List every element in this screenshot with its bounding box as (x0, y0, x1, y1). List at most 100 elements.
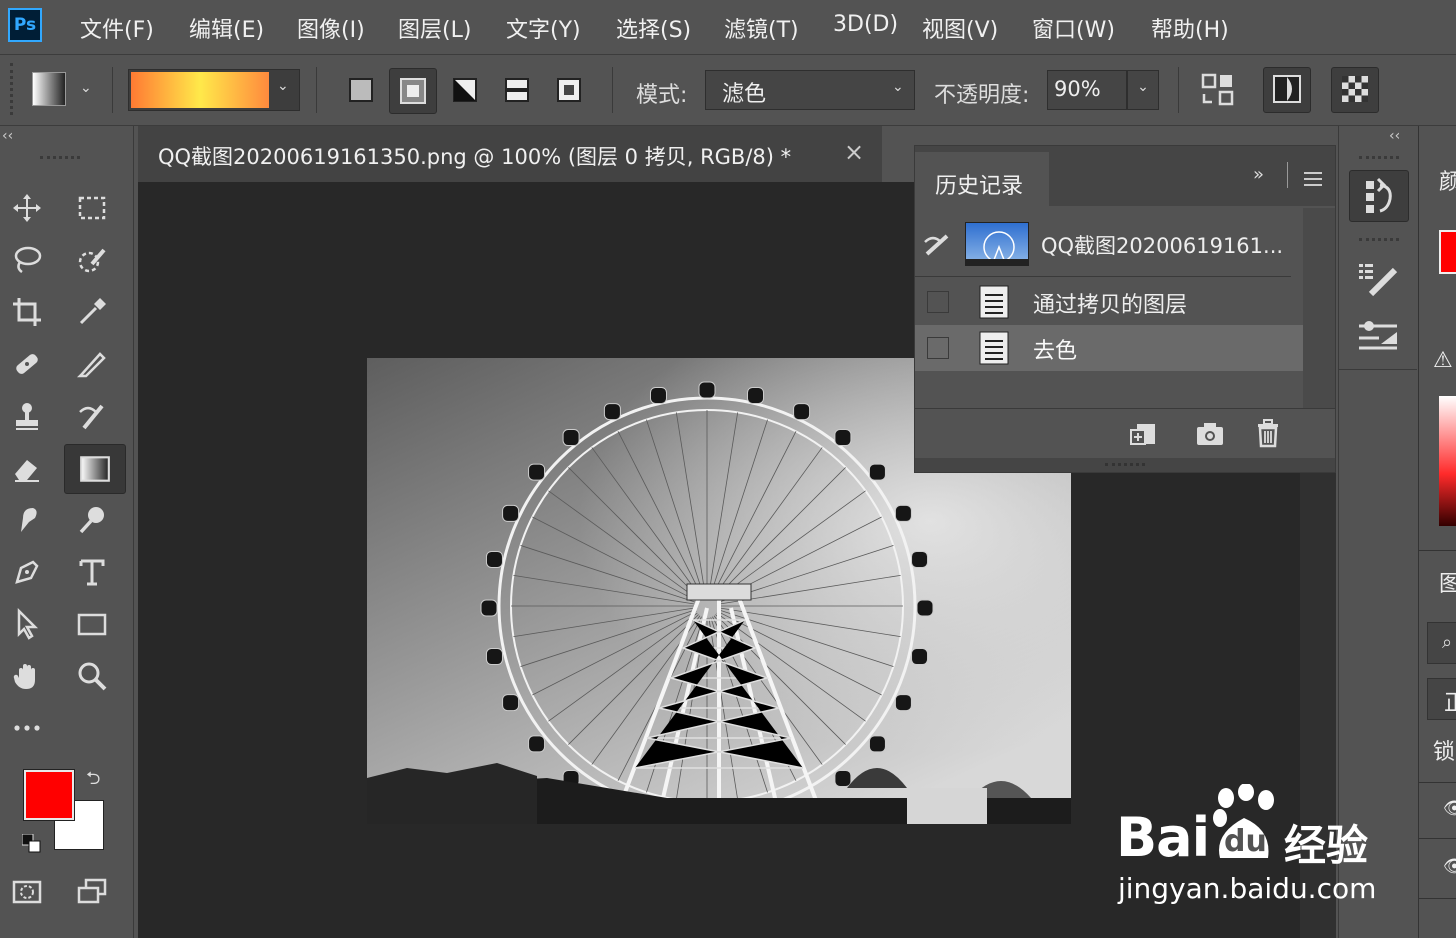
history-item-label: 去色 (1033, 339, 1078, 364)
brush-presets-icon[interactable] (1357, 316, 1401, 356)
collapse-panels-icon[interactable]: ‹‹ (1389, 128, 1400, 144)
eyedropper-tool-icon[interactable] (72, 292, 112, 332)
opacity-input[interactable]: 90% (1047, 70, 1127, 110)
menu-filter[interactable]: 滤镜(T) (724, 12, 799, 44)
gradient-tool-preset-icon[interactable] (32, 72, 66, 106)
color-panel-tab[interactable]: 颜 (1439, 164, 1456, 196)
diamond-gradient-button[interactable] (552, 73, 588, 109)
transparency-button[interactable] (1331, 67, 1379, 113)
layers-panel-tab[interactable]: 图 (1439, 566, 1456, 598)
move-tool-icon[interactable] (7, 188, 47, 228)
tools-panel: ‹‹ ⮌ (0, 126, 134, 938)
lasso-tool-icon[interactable] (7, 240, 47, 280)
new-document-from-state-icon[interactable] (1129, 420, 1159, 448)
history-tab[interactable]: 历史记录 (915, 152, 1049, 208)
camera-icon[interactable] (1195, 420, 1225, 448)
history-scrollbar[interactable] (1303, 208, 1335, 408)
quick-mask-icon[interactable] (7, 872, 47, 912)
collapse-tools-icon[interactable]: ‹‹ (2, 128, 13, 144)
clone-stamp-tool-icon[interactable] (7, 396, 47, 436)
options-grip (10, 63, 25, 115)
reverse-icon[interactable] (1200, 72, 1236, 108)
type-tool-icon[interactable] (72, 552, 112, 592)
chevron-down-icon[interactable]: ⌄ (80, 80, 92, 96)
blend-mode-select[interactable]: 正 (1427, 678, 1456, 720)
panel-resize-handle[interactable] (915, 458, 1335, 472)
healing-brush-tool-icon[interactable] (7, 344, 47, 384)
warning-icon[interactable]: ⚠ (1433, 348, 1453, 373)
menu-select[interactable]: 选择(S) (616, 12, 691, 44)
opacity-label: 不透明度: (934, 83, 1030, 108)
menu-help[interactable]: 帮助(H) (1151, 12, 1229, 44)
expand-panel-icon[interactable]: » (1253, 164, 1264, 185)
gradient-dropdown-chevron-icon[interactable]: ⌄ (277, 78, 289, 94)
watermark-brand: Bai (1116, 806, 1210, 869)
linear-gradient-button[interactable] (344, 73, 380, 109)
dodge-tool-icon[interactable] (72, 500, 112, 540)
menu-layer[interactable]: 图层(L) (398, 12, 471, 44)
history-item-checkbox[interactable] (927, 291, 949, 313)
layer-visibility-eye-icon[interactable]: 👁 (1443, 798, 1456, 819)
layer-filter-search-icon[interactable]: ⌕ (1427, 622, 1456, 664)
dither-button[interactable] (1263, 67, 1311, 113)
menu-image[interactable]: 图像(I) (297, 12, 365, 44)
menu-window[interactable]: 窗口(W) (1032, 12, 1115, 44)
history-tab-label: 历史记录 (935, 174, 1024, 199)
opacity-dropdown-chevron-icon[interactable]: ⌄ (1127, 70, 1159, 110)
radial-gradient-button[interactable] (389, 68, 437, 114)
pen-tool-icon[interactable] (7, 552, 47, 592)
baidu-paw-logo: du (1212, 783, 1278, 864)
color-spectrum[interactable] (1439, 396, 1456, 526)
gradient-picker[interactable]: ⌄ (128, 69, 300, 111)
layer-visibility-eye-icon[interactable]: 👁 (1443, 856, 1456, 877)
more-tools-icon[interactable] (7, 708, 47, 748)
menu-view[interactable]: 视图(V) (922, 12, 998, 44)
history-item-selected[interactable]: 去色 (915, 325, 1303, 371)
smudge-tool-icon[interactable] (7, 500, 47, 540)
menu-type[interactable]: 文字(Y) (506, 12, 581, 44)
lock-label: 锁 (1433, 740, 1456, 765)
foreground-color-swatch[interactable] (23, 769, 75, 821)
rectangular-marquee-tool-icon[interactable] (72, 188, 112, 228)
color-panel-foreground-swatch[interactable] (1439, 230, 1456, 274)
brush-settings-icon[interactable] (1357, 260, 1401, 300)
panel-divider (1287, 162, 1288, 188)
zoom-tool-icon[interactable] (72, 656, 112, 696)
reflected-gradient-button[interactable] (500, 73, 536, 109)
trash-icon[interactable] (1253, 418, 1283, 448)
menu-3d[interactable]: 3D(D) (833, 12, 898, 37)
path-selection-tool-icon[interactable] (7, 604, 47, 644)
history-panel-icon[interactable] (1349, 170, 1409, 222)
close-document-icon[interactable]: × (844, 138, 864, 166)
history-item-label: 通过拷贝的图层 (1033, 293, 1188, 318)
swap-colors-icon[interactable]: ⮌ (86, 766, 100, 796)
menu-file[interactable]: 文件(F) (80, 12, 154, 44)
rectangle-tool-icon[interactable] (72, 604, 112, 644)
mode-select[interactable]: 滤色 ⌄ (705, 70, 915, 110)
crop-tool-icon[interactable] (7, 292, 47, 332)
default-colors-icon[interactable] (21, 833, 42, 854)
menu-edit[interactable]: 编辑(E) (189, 12, 264, 44)
angle-gradient-button[interactable] (448, 73, 484, 109)
document-tab-title: QQ截图20200619161350.png @ 100% (图层 0 拷贝, … (158, 145, 792, 169)
watermark-brand-du: du (1224, 824, 1267, 859)
history-brush-tool-icon[interactable] (72, 396, 112, 436)
history-snapshot-row[interactable]: QQ截图20200619161... (915, 220, 1305, 276)
quick-selection-tool-icon[interactable] (72, 240, 112, 280)
hand-tool-icon[interactable] (7, 656, 47, 696)
gradient-tool-icon[interactable] (64, 444, 126, 494)
far-right-panels: 颜 ⚠ 图 ⌕ 正 锁 👁 👁 (1418, 126, 1456, 938)
document-tab[interactable]: QQ截图20200619161350.png @ 100% (图层 0 拷贝, … (138, 126, 882, 183)
blend-mode-value: 正 (1444, 685, 1456, 717)
eraser-tool-icon[interactable] (7, 448, 47, 488)
baidu-jingyan-watermark: Bai du 经验 jingyan.baidu.com (1116, 783, 1386, 914)
history-item-checkbox[interactable] (927, 337, 949, 359)
brush-tool-icon[interactable] (72, 344, 112, 384)
panel-menu-icon[interactable] (1304, 172, 1322, 186)
gradient-preview[interactable] (131, 72, 269, 108)
history-item[interactable]: 通过拷贝的图层 (915, 279, 1303, 323)
photoshop-logo[interactable]: Ps (8, 8, 42, 42)
screen-mode-icon[interactable] (72, 872, 112, 912)
mode-label: 模式: (636, 83, 688, 108)
history-brush-source-icon[interactable] (923, 232, 953, 260)
